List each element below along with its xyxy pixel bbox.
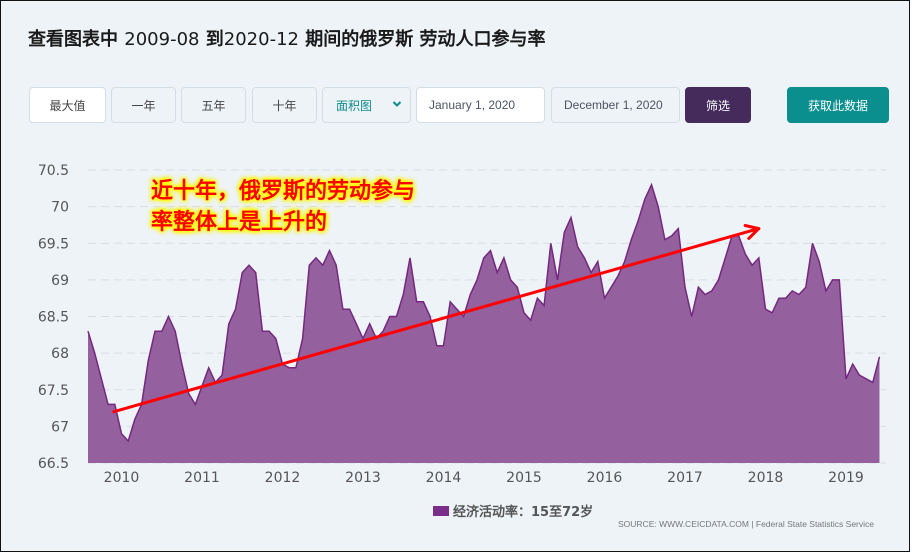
y-tick-label: 66.5 [38,456,69,472]
legend[interactable]: 经济活动率：15至72岁 [433,501,593,520]
title-start-date: 2009-08 [124,29,200,50]
title-suffix: 期间的俄罗斯 劳动人口参与率 [305,29,546,50]
title-prefix: 查看图表中 [28,29,118,50]
chevron-down-icon [392,101,402,107]
start-date-input[interactable]: January 1, 2020 [416,87,545,123]
x-axis-ticks: 2010 2011 2012 2013 2014 2015 2016 2017 2018 2019 [104,470,864,486]
x-tick-label: 2010 [104,470,140,486]
y-tick-label: 67.5 [38,383,69,399]
range-max-button[interactable]: 最大值 [29,87,106,123]
legend-label: 经济活动率：15至72岁 [453,505,594,520]
range-10y-button[interactable]: 十年 [252,87,317,123]
filter-button[interactable]: 筛选 [685,87,751,123]
x-tick-label: 2012 [265,470,301,486]
end-date-input[interactable]: December 1, 2020 [551,87,680,123]
y-tick-label: 68.5 [38,310,69,326]
annotation-line-2: 率整体上是上升的 [151,210,328,235]
x-tick-label: 2011 [184,470,220,486]
x-tick-label: 2013 [345,470,381,486]
source-note: SOURCE: WWW.CEICDATA.COM | Federal State… [618,519,874,529]
x-tick-label: 2016 [587,470,623,486]
y-tick-label: 68 [51,346,69,362]
x-tick-label: 2018 [748,470,784,486]
title-end-date: 2020-12 [223,29,299,50]
x-tick-label: 2015 [506,470,542,486]
y-tick-label: 69 [51,273,69,289]
range-5y-button[interactable]: 五年 [181,87,246,123]
y-tick-label: 70 [51,200,69,216]
y-tick-label: 67 [51,419,69,435]
x-tick-label: 2017 [667,470,703,486]
get-data-button[interactable]: 获取此数据 [787,87,889,123]
y-tick-label: 70.5 [38,163,69,179]
y-tick-label: 69.5 [38,236,69,252]
page-title: 查看图表中 2009-08 到2020-12 期间的俄罗斯 劳动人口参与率 [28,25,546,51]
chart-type-value: 面积图 [336,98,373,113]
annotation-line-1: 近十年，俄罗斯的劳动参与 [151,179,416,204]
legend-swatch [433,505,449,516]
range-1y-button[interactable]: 一年 [111,87,176,123]
area-chart: 66.56767.56868.56969.57070.5 2010 2011 201… [38,163,886,486]
chart-type-select[interactable]: 面积图 [322,87,411,123]
annotation-text: 近十年，俄罗斯的劳动参与 率整体上是上升的 [151,176,415,238]
y-axis-ticks: 66.5 67 67.5 68 68.5 69 69.5 70 70.5 [38,163,69,472]
chart-page: 查看图表中 2009-08 到2020-12 期间的俄罗斯 劳动人口参与率 最大… [0,0,910,552]
x-tick-label: 2019 [828,470,864,486]
x-tick-label: 2014 [426,470,462,486]
title-to: 到 [205,29,224,50]
